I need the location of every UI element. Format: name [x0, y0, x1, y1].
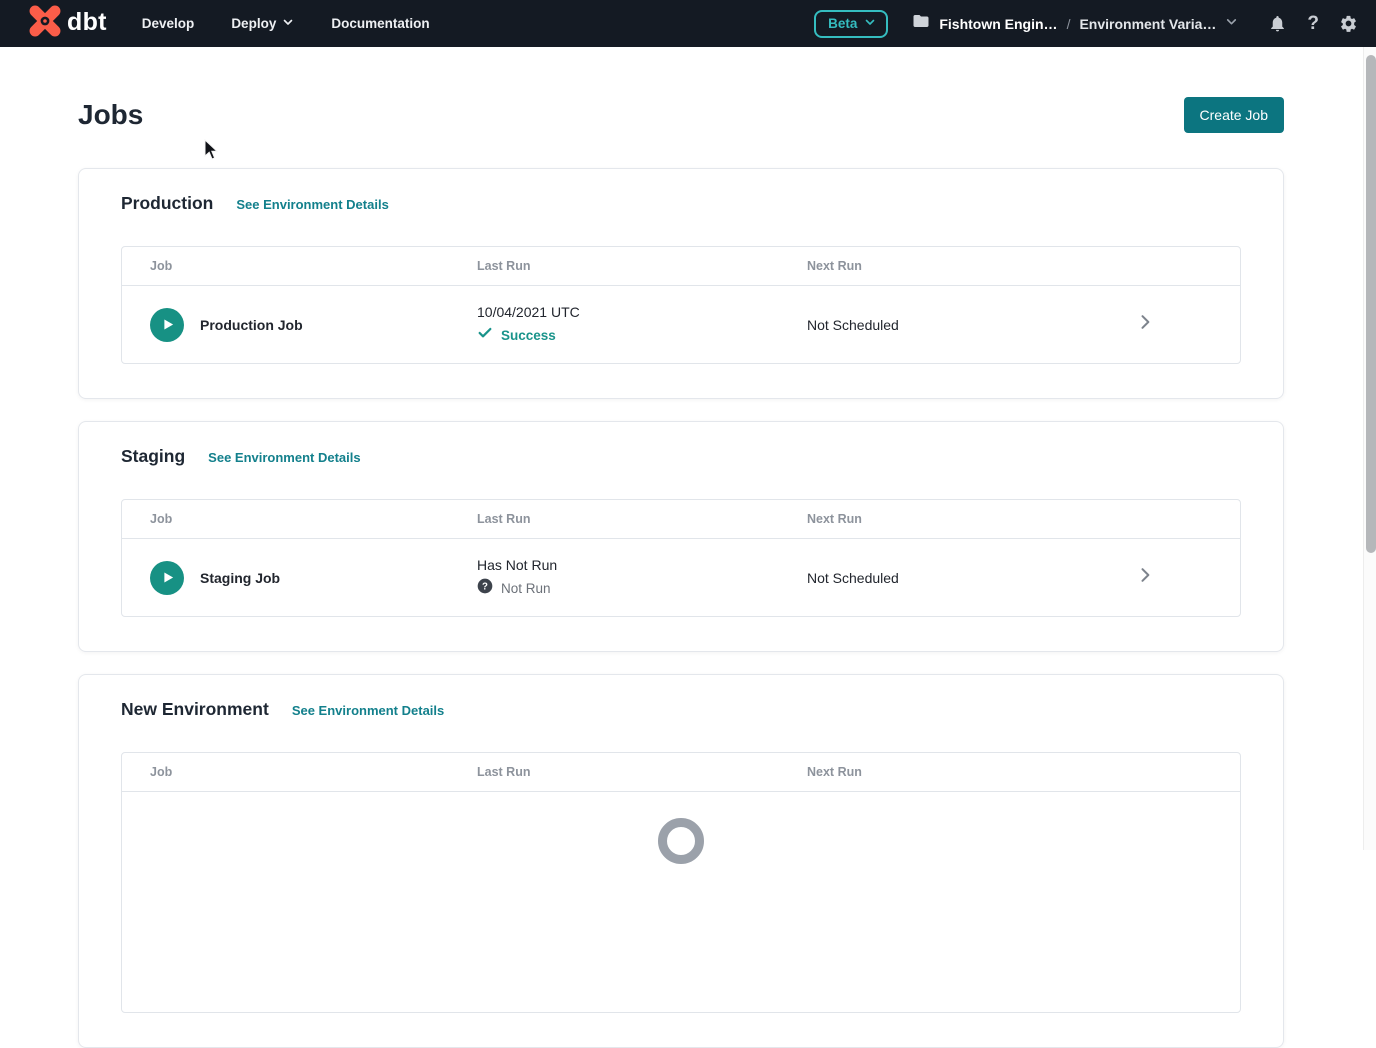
dbt-logo[interactable]: dbt — [28, 4, 107, 43]
column-header-last-run: Last Run — [477, 259, 807, 273]
success-check-icon — [477, 325, 493, 346]
column-header-last-run: Last Run — [477, 765, 807, 779]
next-run-value: Not Scheduled — [807, 317, 1050, 333]
last-run-status: Not Run — [501, 581, 551, 596]
breadcrumb-separator: / — [1067, 16, 1071, 32]
environment-card-new-environment: New Environment See Environment Details … — [78, 674, 1284, 1048]
breadcrumb[interactable]: Fishtown Engin… / Environment Varia… — [912, 12, 1238, 35]
environment-title: Production — [121, 193, 213, 214]
chevron-down-icon — [282, 16, 294, 31]
last-run-status: Success — [501, 328, 556, 343]
see-environment-details-link[interactable]: See Environment Details — [292, 703, 444, 718]
play-icon — [160, 570, 175, 585]
dbt-logo-icon — [28, 4, 62, 43]
job-name[interactable]: Staging Job — [200, 570, 280, 586]
environment-title: New Environment — [121, 699, 269, 720]
jobs-table: Job Last Run Next Run Production Job 10/… — [121, 246, 1241, 364]
table-header-row: Job Last Run Next Run — [122, 247, 1240, 286]
scrollbar-thumb[interactable] — [1366, 55, 1376, 553]
job-name[interactable]: Production Job — [200, 317, 303, 333]
beta-selector[interactable]: Beta — [814, 10, 888, 38]
column-header-job: Job — [122, 765, 477, 779]
column-header-next-run: Next Run — [807, 765, 1050, 779]
settings-gear-icon[interactable] — [1339, 14, 1358, 33]
breadcrumb-page[interactable]: Environment Varia… — [1079, 16, 1216, 32]
empty-jobs-area — [122, 792, 1240, 1012]
run-job-play-button[interactable] — [150, 308, 184, 342]
last-run-date: 10/04/2021 UTC — [477, 304, 807, 320]
help-icon[interactable]: ? — [1307, 14, 1319, 33]
primary-nav: Develop Deploy Documentation — [142, 16, 430, 31]
notifications-bell-icon[interactable] — [1268, 14, 1287, 33]
see-environment-details-link[interactable]: See Environment Details — [236, 197, 388, 212]
chevron-down-icon — [1225, 15, 1238, 33]
environment-card-staging: Staging See Environment Details Job Last… — [78, 421, 1284, 652]
see-environment-details-link[interactable]: See Environment Details — [208, 450, 360, 465]
play-icon — [160, 317, 175, 332]
job-row-staging[interactable]: Staging Job Has Not Run ? Not Run Not Sc… — [122, 539, 1240, 616]
column-header-next-run: Next Run — [807, 259, 1050, 273]
not-run-question-icon: ? — [477, 578, 493, 599]
page-title: Jobs — [78, 99, 143, 131]
column-header-job: Job — [122, 259, 477, 273]
top-nav: dbt Develop Deploy Documentation Beta — [0, 0, 1376, 47]
dbt-logo-text: dbt — [67, 10, 107, 38]
table-header-row: Job Last Run Next Run — [122, 753, 1240, 792]
column-header-next-run: Next Run — [807, 512, 1050, 526]
nav-item-develop[interactable]: Develop — [142, 16, 195, 31]
column-header-job: Job — [122, 512, 477, 526]
environment-title: Staging — [121, 446, 185, 467]
chevron-down-icon — [864, 16, 876, 31]
table-header-row: Job Last Run Next Run — [122, 500, 1240, 539]
nav-item-documentation[interactable]: Documentation — [331, 16, 429, 31]
column-header-last-run: Last Run — [477, 512, 807, 526]
scrollbar-track[interactable] — [1363, 47, 1376, 850]
job-row-production[interactable]: Production Job 10/04/2021 UTC Success No… — [122, 286, 1240, 363]
environment-card-production: Production See Environment Details Job L… — [78, 168, 1284, 399]
nav-item-deploy[interactable]: Deploy — [231, 16, 294, 31]
breadcrumb-project[interactable]: Fishtown Engin… — [939, 16, 1057, 32]
empty-state-icon — [658, 818, 704, 864]
next-run-value: Not Scheduled — [807, 570, 1050, 586]
main-content: Jobs Create Job Production See Environme… — [0, 47, 1376, 1048]
folder-icon — [912, 12, 930, 35]
jobs-table: Job Last Run Next Run Staging Job Has No… — [121, 499, 1241, 617]
create-job-button[interactable]: Create Job — [1184, 97, 1284, 133]
last-run-date: Has Not Run — [477, 557, 807, 573]
chevron-right-icon[interactable] — [1135, 312, 1155, 337]
run-job-play-button[interactable] — [150, 561, 184, 595]
svg-text:?: ? — [482, 581, 488, 592]
jobs-table: Job Last Run Next Run — [121, 752, 1241, 1013]
chevron-right-icon[interactable] — [1135, 565, 1155, 590]
